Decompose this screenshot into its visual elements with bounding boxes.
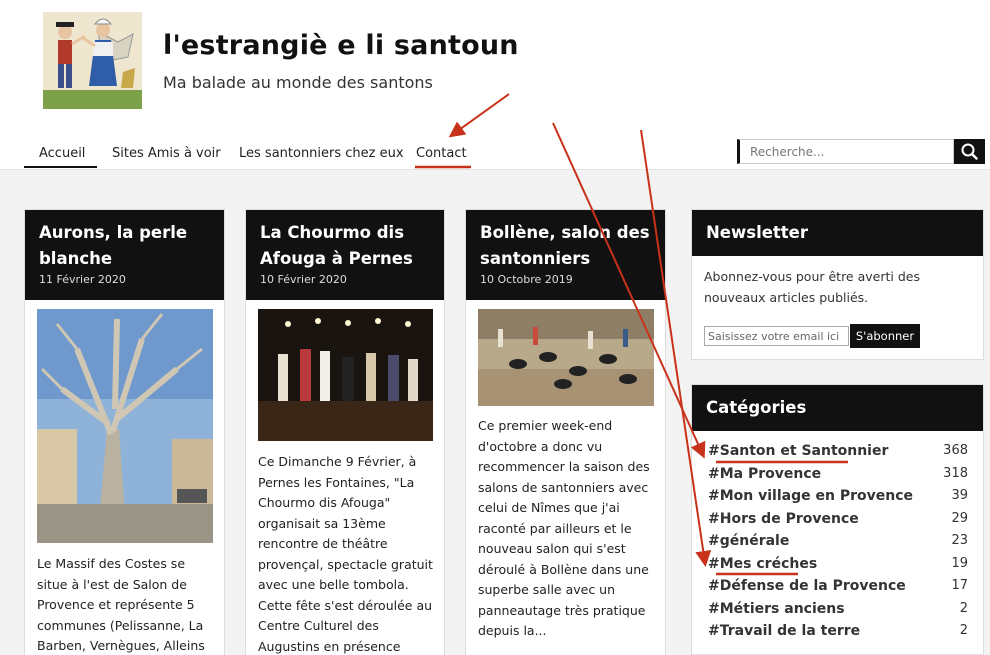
post-date: 11 Février 2020	[39, 273, 126, 286]
category-item[interactable]: #Défense de la Provence 17	[708, 578, 968, 601]
site-title[interactable]: l'estrangiè e li santoun	[163, 30, 519, 61]
newsletter-email-input[interactable]	[704, 326, 849, 346]
plane-tree-photo	[37, 309, 213, 543]
post-date: 10 Février 2020	[260, 273, 347, 286]
category-name[interactable]: #Défense de la Provence	[708, 578, 906, 594]
category-count: 39	[951, 488, 968, 503]
subscribe-button[interactable]: S'abonner	[850, 324, 920, 348]
category-count: 17	[951, 578, 968, 593]
site-description: Ma balade au monde des santons	[163, 73, 433, 92]
category-name[interactable]: #Ma Provence	[708, 466, 821, 482]
newsletter-text: Abonnez-vous pour être averti des nouvea…	[704, 269, 920, 305]
category-count: 23	[951, 533, 968, 548]
category-list: #Santon et Santonnier 368 #Ma Provence 318…	[708, 443, 968, 646]
category-name[interactable]: #Hors de Provence	[708, 511, 859, 527]
category-count: 368	[943, 443, 968, 458]
category-name[interactable]: #Métiers anciens	[708, 601, 845, 617]
nav-item-sites-amis[interactable]: Sites Amis à voir	[112, 146, 221, 168]
nav-item-contact[interactable]: Contact	[416, 146, 467, 168]
category-count: 29	[951, 510, 968, 526]
post-image[interactable]	[258, 309, 433, 441]
search-icon	[961, 143, 978, 160]
nav-item-accueil[interactable]: Accueil	[24, 146, 97, 168]
post-card-header: Bollène, salon des santonniers 10 Octobr…	[466, 210, 665, 300]
category-item[interactable]: #Mes créches 19	[708, 556, 968, 579]
category-item[interactable]: #générale 23	[708, 533, 968, 556]
santons-bulls-photo	[478, 309, 654, 406]
post-card-header: Aurons, la perle blanche 11 Février 2020	[25, 210, 224, 300]
post-title[interactable]: Aurons, la perle blanche	[39, 220, 210, 272]
widget-title: Catégories	[692, 385, 983, 431]
category-item[interactable]: #Métiers anciens 2	[708, 601, 968, 624]
category-name[interactable]: #générale	[708, 533, 789, 549]
category-name[interactable]: #Mes créches	[708, 556, 817, 572]
category-count: 318	[943, 465, 968, 481]
category-item[interactable]: #Ma Provence 318	[708, 466, 968, 489]
post-date: 10 Octobre 2019	[480, 273, 573, 286]
nav-item-santonniers[interactable]: Les santonniers chez eux	[239, 146, 404, 168]
category-name[interactable]: #Travail de la terre	[708, 623, 860, 639]
category-item[interactable]: #Santon et Santonnier 368	[708, 443, 968, 466]
category-name[interactable]: #Santon et Santonnier	[708, 443, 888, 459]
widget-title: Newsletter	[692, 210, 983, 256]
post-title[interactable]: La Chourmo dis Afouga à Pernes	[260, 220, 430, 272]
post-excerpt: Ce Dimanche 9 Février, à Pernes les Font…	[258, 454, 433, 654]
post-card: Aurons, la perle blanche 11 Février 2020…	[24, 209, 225, 655]
search-input[interactable]	[737, 139, 954, 164]
category-item[interactable]: #Mon village en Provence 39	[708, 488, 968, 511]
category-count: 2	[959, 600, 968, 616]
categories-widget: Catégories #Santon et Santonnier 368 #Ma …	[691, 384, 984, 655]
category-count: 2	[959, 623, 968, 638]
post-excerpt: Ce premier week-end d'octobre a donc vu …	[478, 418, 650, 638]
post-image[interactable]	[478, 309, 654, 406]
theatre-stage-photo	[258, 309, 433, 441]
santons-illustration	[43, 12, 142, 109]
post-image[interactable]	[37, 309, 213, 543]
category-item[interactable]: #Hors de Provence 29	[708, 511, 968, 534]
post-excerpt: Le Massif des Costes se situe à l'est de…	[37, 556, 205, 653]
category-item[interactable]: #Travail de la terre 2	[708, 623, 968, 646]
post-title[interactable]: Bollène, salon des santonniers	[480, 220, 651, 272]
post-card: Bollène, salon des santonniers 10 Octobr…	[465, 209, 666, 655]
search-button[interactable]	[954, 139, 985, 164]
post-card-header: La Chourmo dis Afouga à Pernes 10 Févrie…	[246, 210, 444, 300]
post-card: La Chourmo dis Afouga à Pernes 10 Févrie…	[245, 209, 445, 655]
category-name[interactable]: #Mon village en Provence	[708, 488, 913, 504]
site-header: l'estrangiè e li santoun Ma balade au mo…	[0, 0, 990, 170]
newsletter-widget: Newsletter Abonnez-vous pour être averti…	[691, 209, 984, 360]
site-logo[interactable]	[43, 12, 142, 109]
category-count: 19	[951, 555, 968, 571]
